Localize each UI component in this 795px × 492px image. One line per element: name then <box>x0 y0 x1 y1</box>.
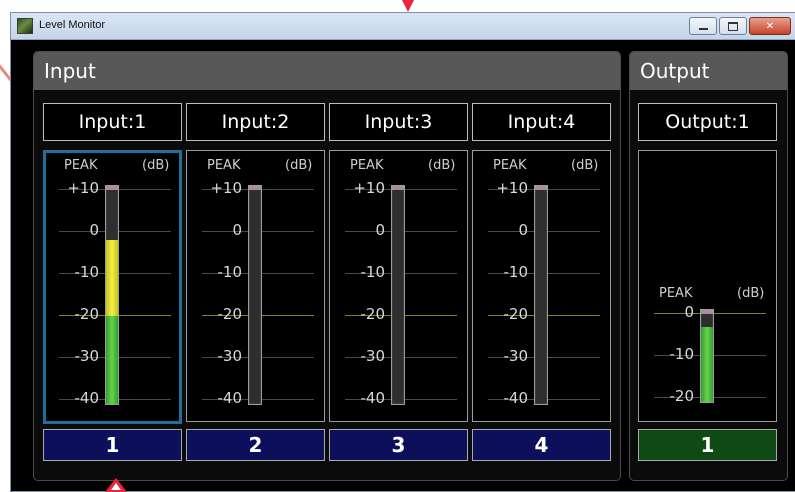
scale-label: -10 <box>360 263 386 281</box>
scale-label: +10 <box>210 179 242 197</box>
level-bar <box>534 185 548 405</box>
annotation-arrow-top <box>402 0 414 12</box>
peak-label: PEAK <box>659 286 693 301</box>
level-bar <box>700 309 714 403</box>
peak-label: PEAK <box>493 158 527 173</box>
close-icon: ✕ <box>765 20 775 32</box>
scale-label: 0 <box>684 303 694 321</box>
scale-label: -30 <box>74 347 100 365</box>
maximize-icon <box>728 21 738 31</box>
input-4-label: Input:4 <box>472 103 611 141</box>
scale-label: -10 <box>217 263 243 281</box>
peak-hold-indicator <box>701 310 713 314</box>
scale-label: -20 <box>669 387 695 405</box>
unit-label: (dB) <box>285 158 313 173</box>
unit-label: (dB) <box>571 158 599 173</box>
minimize-icon <box>698 28 708 30</box>
input-2-label: Input:2 <box>186 103 325 141</box>
scale-label: -30 <box>217 347 243 365</box>
level-bar <box>391 185 405 405</box>
scale-label: -40 <box>360 389 386 407</box>
input-3-button[interactable]: 3 <box>329 429 468 461</box>
close-button[interactable]: ✕ <box>749 17 791 35</box>
output-panel-title: Output <box>630 52 787 90</box>
app-icon <box>17 18 33 34</box>
level-fill-yellow <box>106 240 118 316</box>
level-bar <box>248 185 262 405</box>
peak-hold-indicator <box>249 186 261 190</box>
scale-label: -40 <box>74 389 100 407</box>
peak-hold-indicator <box>535 186 547 190</box>
scale-label: -10 <box>503 263 529 281</box>
output-panel: Output Output:1 PEAK (dB) 0 -10 -20 1 <box>629 51 788 481</box>
minimize-button[interactable] <box>689 17 717 35</box>
scale-label: 0 <box>518 221 528 239</box>
unit-label: (dB) <box>428 158 456 173</box>
input-1-button[interactable]: 1 <box>43 429 182 461</box>
scale-label: 0 <box>89 221 99 239</box>
output-1-label: Output:1 <box>638 103 777 141</box>
scale-label: -30 <box>360 347 386 365</box>
input-2-button[interactable]: 2 <box>186 429 325 461</box>
peak-label: PEAK <box>350 158 384 173</box>
scale-label: -40 <box>217 389 243 407</box>
level-bar <box>105 185 119 405</box>
unit-label: (dB) <box>142 158 170 173</box>
maximize-button[interactable] <box>719 17 747 35</box>
scale-label: -10 <box>669 345 695 363</box>
level-fill-green <box>701 326 713 402</box>
peak-hold-indicator <box>106 186 118 190</box>
scale-label: -20 <box>74 305 100 323</box>
scale-label: +10 <box>353 179 385 197</box>
window-title: Level Monitor <box>39 19 106 31</box>
scale-label: -30 <box>503 347 529 365</box>
unit-label: (dB) <box>737 286 765 301</box>
input-panel: Input Input:1 Input:2 Input:3 Input:4 PE… <box>33 51 621 481</box>
level-monitor-window: Level Monitor ✕ Input Input:1 Input:2 In… <box>10 12 795 492</box>
peak-label: PEAK <box>207 158 241 173</box>
scale-label: 0 <box>232 221 242 239</box>
scale-label: 0 <box>375 221 385 239</box>
scale-label: -20 <box>360 305 386 323</box>
scale-label: +10 <box>496 179 528 197</box>
title-bar[interactable]: Level Monitor ✕ <box>11 13 795 40</box>
level-fill-green <box>106 316 118 404</box>
peak-label: PEAK <box>64 158 98 173</box>
scale-label: -40 <box>503 389 529 407</box>
input-3-label: Input:3 <box>329 103 468 141</box>
input-panel-title: Input <box>34 52 620 90</box>
scale-label: -10 <box>74 263 100 281</box>
window-controls: ✕ <box>689 17 791 35</box>
scale-label: +10 <box>67 179 99 197</box>
scale-label: -20 <box>217 305 243 323</box>
output-1-button[interactable]: 1 <box>638 429 777 461</box>
input-1-label: Input:1 <box>43 103 182 141</box>
input-4-button[interactable]: 4 <box>472 429 611 461</box>
scale-label: -20 <box>503 305 529 323</box>
peak-hold-indicator <box>392 186 404 190</box>
